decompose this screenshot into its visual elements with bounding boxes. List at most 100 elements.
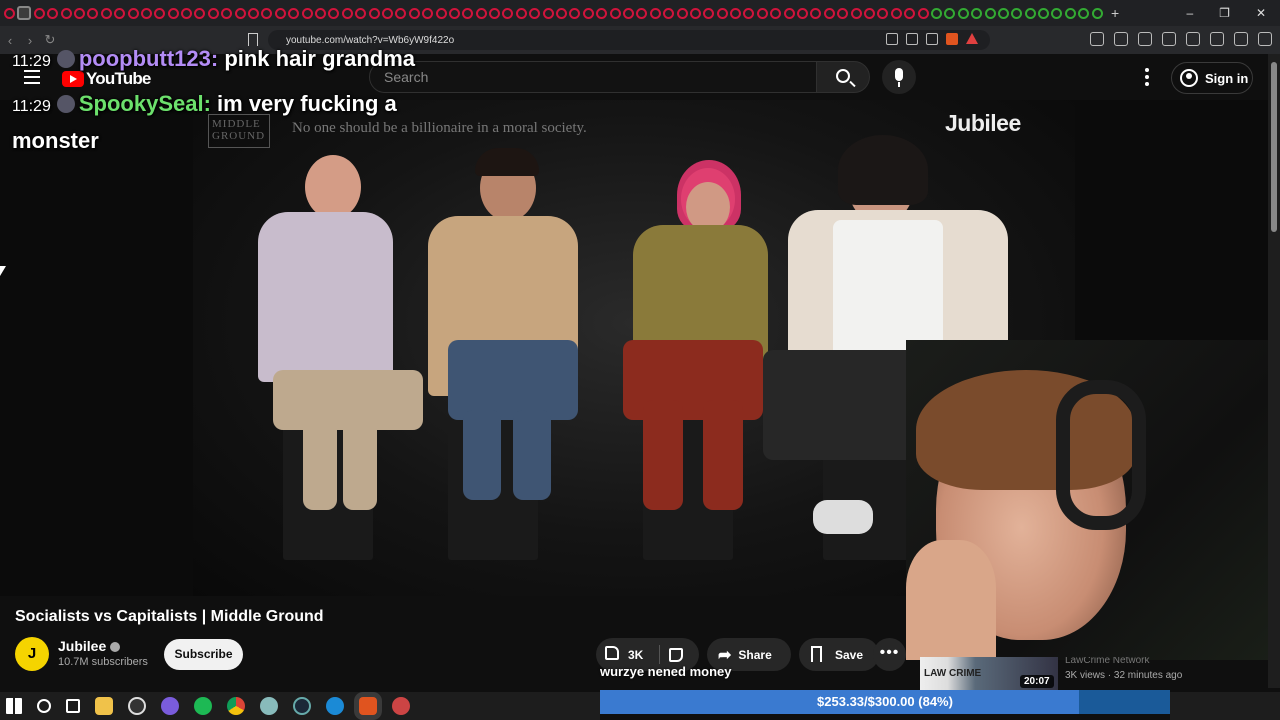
tab-icon[interactable] (248, 7, 260, 19)
tab-icon[interactable] (1011, 7, 1023, 19)
tab-icon[interactable] (100, 7, 112, 19)
recommended-thumbnail[interactable]: LAW CRIME 20:07 (920, 657, 1058, 690)
edge-icon[interactable] (326, 697, 344, 715)
tab-icon[interactable] (341, 7, 353, 19)
tab-icon[interactable] (582, 7, 594, 19)
tab-icon[interactable] (314, 7, 326, 19)
save-button[interactable]: Save (799, 638, 879, 671)
brave-shields-icon[interactable] (946, 33, 958, 45)
tab-icon[interactable] (890, 7, 902, 19)
tab-icon[interactable] (743, 7, 755, 19)
tab-icon[interactable] (984, 7, 996, 19)
recommended-channel[interactable]: LawCrime Network (1065, 657, 1149, 666)
more-actions-button[interactable]: ••• (873, 638, 906, 671)
tab-icon[interactable] (261, 7, 273, 19)
tab-icon[interactable] (422, 7, 434, 19)
tab-icon[interactable] (47, 7, 59, 19)
obs-icon[interactable] (128, 697, 146, 715)
extension-icon[interactable] (1090, 32, 1104, 46)
tab-active[interactable] (17, 6, 32, 20)
tab-icon[interactable] (944, 7, 956, 19)
settings-kebab-icon[interactable] (1145, 68, 1149, 89)
tab-icon[interactable] (194, 7, 206, 19)
file-explorer-icon[interactable] (95, 697, 113, 715)
tab-icon[interactable] (1078, 7, 1090, 19)
tab-icon[interactable] (448, 7, 460, 19)
channel-avatar[interactable]: J (15, 637, 49, 671)
tab-icon[interactable] (663, 7, 675, 19)
tab-icon[interactable] (636, 7, 648, 19)
brave-rewards-icon[interactable] (966, 33, 978, 44)
tab-icon[interactable] (435, 7, 447, 19)
tab-icon[interactable] (676, 7, 688, 19)
tab-icon[interactable] (234, 7, 246, 19)
tab-icon[interactable] (917, 7, 929, 19)
tab-icon[interactable] (971, 7, 983, 19)
tab-icon[interactable] (33, 7, 45, 19)
tab-icon[interactable] (368, 7, 380, 19)
sign-in-button[interactable]: Sign in (1171, 62, 1253, 94)
wallet-icon[interactable] (1186, 32, 1200, 46)
tab-icon[interactable] (207, 7, 219, 19)
tab-icon[interactable] (904, 7, 916, 19)
tab-icon[interactable] (395, 7, 407, 19)
chrome-icon[interactable] (227, 697, 245, 715)
tab-icon[interactable] (877, 7, 889, 19)
tab-icon[interactable] (73, 7, 85, 19)
tab-icon[interactable] (114, 7, 126, 19)
tab-icon[interactable] (328, 7, 340, 19)
tab-icon[interactable] (596, 7, 608, 19)
tab-icon[interactable] (837, 7, 849, 19)
tab-icon[interactable] (850, 7, 862, 19)
tab-icon[interactable] (529, 7, 541, 19)
tab-icon[interactable] (957, 7, 969, 19)
vpn-icon[interactable] (1234, 32, 1248, 46)
brave-browser-icon[interactable] (359, 697, 377, 715)
sidebar-icon[interactable] (1162, 32, 1176, 46)
task-view-icon[interactable] (66, 699, 80, 713)
maximize-button[interactable]: ❐ (1219, 6, 1230, 20)
tab-icon[interactable] (930, 7, 942, 19)
extension-icon[interactable] (1114, 32, 1128, 46)
leo-ai-icon[interactable] (1210, 32, 1224, 46)
spotify-icon[interactable] (194, 697, 212, 715)
tab-icon[interactable] (997, 7, 1009, 19)
tab-icon[interactable] (1038, 7, 1050, 19)
tab-icon[interactable] (381, 7, 393, 19)
zoom-icon[interactable] (886, 33, 898, 45)
share-page-icon[interactable] (926, 33, 938, 45)
tab-icon[interactable] (167, 7, 179, 19)
tab-icon[interactable] (689, 7, 701, 19)
tab-icon[interactable] (556, 7, 568, 19)
tab-icon[interactable] (649, 7, 661, 19)
tab-icon[interactable] (408, 7, 420, 19)
tab-icon[interactable] (716, 7, 728, 19)
tab-icon[interactable] (703, 7, 715, 19)
tab-icon[interactable] (797, 7, 809, 19)
tab-icon[interactable] (756, 7, 768, 19)
page-scrollbar[interactable] (1268, 54, 1280, 688)
tab-icon[interactable] (140, 7, 152, 19)
tab-icon[interactable] (274, 7, 286, 19)
cast-icon[interactable] (906, 33, 918, 45)
taskbar-search-icon[interactable] (37, 699, 51, 713)
tab-icon[interactable] (783, 7, 795, 19)
tab-icon[interactable] (475, 7, 487, 19)
tab-icon[interactable] (502, 7, 514, 19)
tab-icon[interactable] (87, 7, 99, 19)
recommended-video[interactable]: LAW CRIME 20:07 LawCrime Network 3K view… (920, 657, 1268, 690)
media-icon[interactable] (1138, 32, 1152, 46)
tab-icon[interactable] (181, 7, 193, 19)
like-icon[interactable] (605, 646, 619, 660)
new-tab-button[interactable]: + (1111, 5, 1119, 21)
tab-icon[interactable] (823, 7, 835, 19)
minimize-button[interactable]: – (1186, 6, 1193, 20)
app-icon[interactable] (260, 697, 278, 715)
tab-icon[interactable] (622, 7, 634, 19)
menu-icon[interactable] (1258, 32, 1272, 46)
tab-icon[interactable] (462, 7, 474, 19)
tab-icon[interactable] (515, 7, 527, 19)
tab-icon[interactable] (221, 7, 233, 19)
discord-icon[interactable] (161, 697, 179, 715)
tab-icon[interactable] (542, 7, 554, 19)
